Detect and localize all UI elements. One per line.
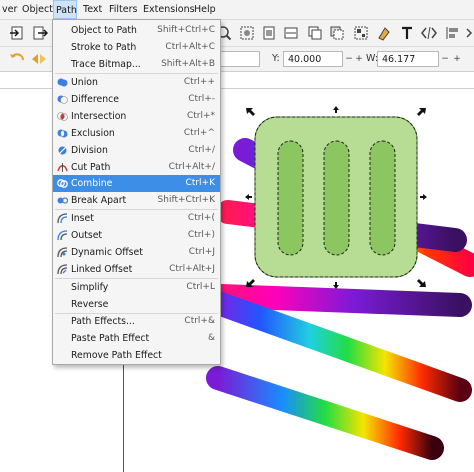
menu-item-shortcut: Shift+Alt+B	[161, 59, 215, 69]
menu-item-label: Cut Path	[71, 162, 111, 173]
cut-path-icon	[57, 162, 68, 173]
menu-item-label: Paste Path Effect	[71, 333, 150, 344]
menu-item-shortcut: Shift+Ctrl+K	[157, 195, 215, 205]
menu-item-linked-offset[interactable]: Linked Offset Ctrl+Alt+J	[53, 261, 220, 278]
menu-item-trace-bitmap[interactable]: Trace Bitmap... Shift+Alt+B	[53, 56, 220, 73]
menu-item-label: Trace Bitmap...	[71, 59, 141, 70]
menu-item-union[interactable]: Union Ctrl++	[53, 74, 220, 91]
menu-item-label: Inset	[71, 213, 94, 224]
handle-right	[420, 194, 427, 200]
menu-item-exclusion[interactable]: Exclusion Ctrl+^	[53, 125, 220, 142]
menu-item-path-effects[interactable]: Path Effects... Ctrl+&	[53, 313, 220, 330]
menu-item-paste-path-effect[interactable]: Paste Path Effect &	[53, 330, 220, 347]
union-icon	[57, 77, 68, 88]
linked-offset-icon	[57, 264, 68, 275]
menu-item-shortcut: Ctrl+Alt+J	[169, 264, 215, 274]
menu-item-shortcut: Ctrl+Alt+C	[165, 42, 215, 52]
menu-item-label: Stroke to Path	[71, 42, 137, 53]
menu-item-label: Dynamic Offset	[71, 247, 143, 258]
menu-item-shortcut: Shift+Ctrl+C	[157, 25, 215, 35]
menu-item-break-apart[interactable]: Break Apart Shift+Ctrl+K	[53, 192, 220, 209]
menu-item-label: Break Apart	[71, 195, 127, 206]
menu-item-shortcut: Ctrl+Alt+/	[168, 162, 215, 172]
division-icon	[57, 145, 68, 156]
menu-item-shortcut: Ctrl+)	[187, 230, 215, 240]
menu-item-division[interactable]: Division Ctrl+/	[53, 142, 220, 159]
handle-top-right	[417, 108, 426, 116]
break-apart-icon	[57, 195, 69, 206]
menu-item-label: Linked Offset	[71, 264, 133, 275]
menu-item-shortcut: Ctrl++	[183, 77, 215, 87]
menu-item-label: Simplify	[71, 282, 109, 293]
menu-item-difference[interactable]: Difference Ctrl+-	[53, 91, 220, 108]
menu-item-shortcut: Ctrl+/	[188, 145, 215, 155]
menu-item-shortcut: Ctrl+&	[184, 316, 215, 326]
outset-icon	[57, 230, 68, 241]
menu-item-shortcut: Ctrl+L	[186, 282, 215, 292]
menu-item-object-to-path[interactable]: Object to Path Shift+Ctrl+C	[53, 22, 220, 39]
exclusion-icon	[57, 128, 68, 139]
menu-item-shortcut: Ctrl+J	[188, 247, 215, 257]
handle-top	[333, 106, 339, 113]
combine-icon	[57, 178, 68, 189]
handle-bottom-right	[417, 279, 426, 287]
green-bar-right	[369, 140, 396, 256]
menu-item-label: Union	[71, 77, 98, 88]
menu-item-intersection[interactable]: Intersection Ctrl+*	[53, 108, 220, 125]
green-bar-middle	[323, 140, 350, 256]
handle-top-left	[246, 108, 255, 116]
menu-item-shortcut: Ctrl+K	[185, 178, 215, 188]
menu-item-dynamic-offset[interactable]: Dynamic Offset Ctrl+J	[53, 244, 220, 261]
menu-item-label: Intersection	[71, 111, 127, 122]
menu-item-reverse[interactable]: Reverse	[53, 296, 220, 313]
menu-item-label: Outset	[71, 230, 103, 241]
menu-item-label: Exclusion	[71, 128, 115, 139]
menu-item-shortcut: Ctrl+-	[188, 94, 215, 104]
dynamic-offset-icon	[57, 247, 68, 258]
handle-left	[245, 194, 252, 200]
menu-item-shortcut: Ctrl+*	[186, 111, 215, 121]
menu-item-label: Difference	[71, 94, 119, 105]
rainbow-stroke-5	[206, 366, 444, 460]
intersection-icon	[57, 111, 68, 122]
inset-icon	[57, 213, 68, 224]
menu-item-combine[interactable]: Combine Ctrl+K	[53, 175, 220, 192]
menu-item-simplify[interactable]: Simplify Ctrl+L	[53, 279, 220, 296]
difference-icon	[57, 94, 68, 105]
menu-item-inset[interactable]: Inset Ctrl+(	[53, 210, 220, 227]
path-menu-dropdown: Object to Path Shift+Ctrl+C Stroke to Pa…	[52, 19, 221, 365]
menu-item-label: Remove Path Effect	[71, 350, 162, 361]
handle-bottom	[333, 282, 339, 289]
green-bar-left	[277, 140, 304, 256]
menu-item-stroke-to-path[interactable]: Stroke to Path Ctrl+Alt+C	[53, 39, 220, 56]
menu-item-label: Path Effects...	[71, 316, 135, 327]
menu-item-cut-path[interactable]: Cut Path Ctrl+Alt+/	[53, 159, 220, 176]
menu-item-shortcut: Ctrl+^	[183, 128, 215, 138]
menu-item-label: Reverse	[71, 299, 109, 310]
menu-item-remove-path-effect[interactable]: Remove Path Effect	[53, 347, 220, 364]
menu-item-label: Division	[71, 145, 108, 156]
menu-item-label: Object to Path	[71, 25, 137, 36]
menu-item-shortcut: Ctrl+(	[187, 213, 215, 223]
menu-item-shortcut: &	[207, 333, 215, 343]
menu-item-label: Combine	[71, 178, 113, 189]
menu-item-outset[interactable]: Outset Ctrl+)	[53, 227, 220, 244]
